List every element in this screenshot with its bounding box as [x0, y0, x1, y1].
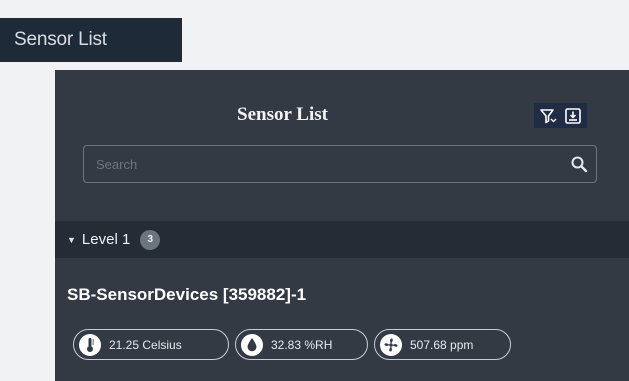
water-drop-icon — [241, 333, 263, 356]
temperature-reading-chip[interactable]: 21.25 Celsius — [73, 329, 229, 360]
sensor-readings: 21.25 Celsius 32.83 %RH 507.68 ppm — [73, 329, 511, 360]
filter-icon — [540, 108, 557, 123]
search-icon — [571, 156, 588, 173]
thermometer-icon — [79, 333, 101, 356]
temperature-value: 21.25 Celsius — [109, 337, 182, 352]
page-tab-label: Sensor List — [14, 29, 107, 50]
page: Sensor List Sensor List Search ▼ Level 1… — [0, 0, 629, 381]
panel-toolbar — [534, 103, 587, 128]
group-count-badge: 3 — [140, 229, 161, 250]
search-button[interactable] — [562, 147, 596, 181]
panel-title: Sensor List — [237, 104, 328, 125]
search-input[interactable] — [84, 146, 562, 182]
caret-down-icon: ▼ — [67, 234, 76, 245]
export-icon — [565, 107, 581, 124]
sensor-list-panel: Sensor List Search ▼ Level 1 3 SB-Sensor… — [55, 70, 629, 381]
export-button[interactable] — [563, 106, 583, 126]
filter-button[interactable] — [538, 106, 558, 126]
panel-header: Sensor List — [55, 70, 629, 148]
fan-icon — [380, 333, 402, 356]
humidity-value: 32.83 %RH — [271, 337, 333, 352]
air-quality-value: 507.68 ppm — [410, 337, 474, 352]
humidity-reading-chip[interactable]: 32.83 %RH — [235, 329, 368, 360]
air-quality-reading-chip[interactable]: 507.68 ppm — [374, 329, 511, 360]
page-tab-sensor-list[interactable]: Sensor List — [0, 18, 182, 62]
group-level-1[interactable]: ▼ Level 1 3 — [55, 221, 629, 258]
device-name: SB-SensorDevices [359882]-1 — [67, 285, 307, 304]
group-label: Level 1 — [81, 231, 131, 248]
search-box — [83, 145, 597, 183]
